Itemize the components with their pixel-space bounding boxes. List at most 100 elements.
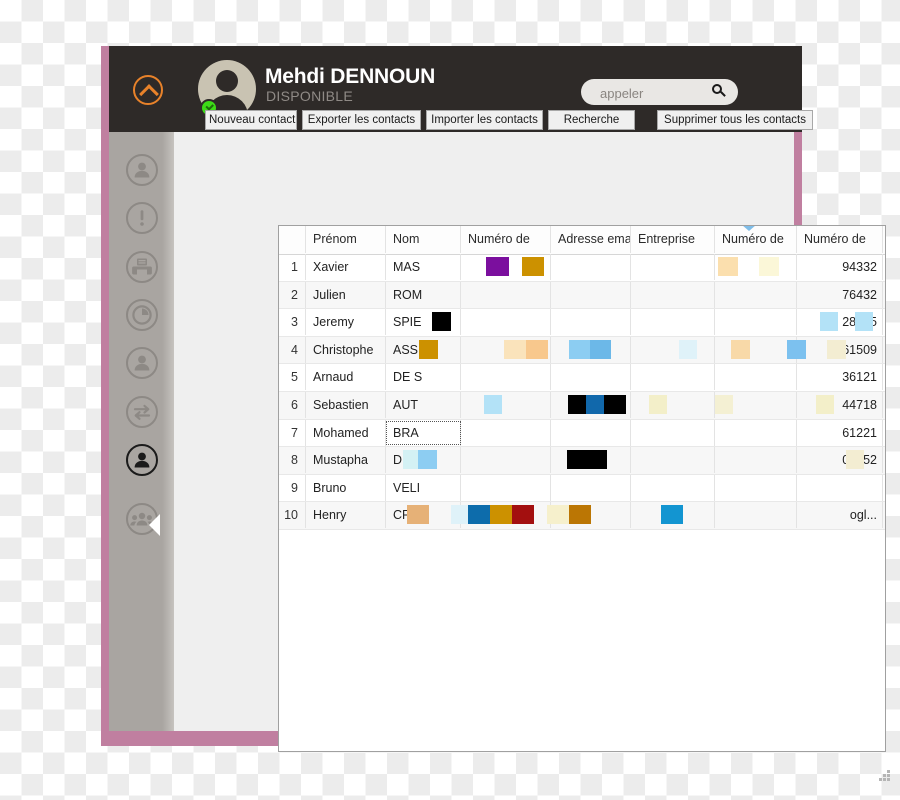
toolbar-button-1[interactable]: Exporter les contacts: [302, 110, 421, 130]
toolbar-button-3[interactable]: Recherche: [548, 110, 635, 130]
table-row[interactable]: 7 Mohamed BRA 61221: [279, 419, 885, 448]
cell-entreprise[interactable]: [631, 474, 715, 501]
cell-numero-2[interactable]: [715, 364, 797, 391]
cell-nom[interactable]: ROM: [386, 281, 461, 308]
sidebar-item-contact[interactable]: [126, 154, 158, 186]
resize-grip-icon[interactable]: [879, 770, 893, 784]
redaction-swatch: [419, 339, 438, 359]
row-index[interactable]: 9: [279, 474, 306, 501]
cell-numero-3[interactable]: [797, 474, 883, 501]
cell-entreprise[interactable]: [631, 392, 715, 418]
cell-numero-2[interactable]: [715, 419, 797, 446]
cell-numero-3[interactable]: 94332: [797, 254, 883, 280]
cell-nom[interactable]: BRA: [386, 419, 461, 446]
cell-prenom[interactable]: Christophe: [306, 336, 386, 363]
contacts-table[interactable]: Prénom Nom Numéro de Adresse ema Entreprise…: [278, 225, 886, 752]
sidebar-item-alerts[interactable]: [126, 202, 158, 234]
column-header-2[interactable]: Nom: [386, 226, 461, 253]
cell-entreprise[interactable]: [631, 336, 715, 363]
toolbar-button-0[interactable]: Nouveau contact: [205, 110, 297, 130]
cell-numero-2[interactable]: [715, 336, 797, 363]
cell-numero-1[interactable]: [461, 281, 551, 308]
cell-prenom[interactable]: Mohamed: [306, 419, 386, 446]
cell-prenom[interactable]: Sebastien: [306, 392, 386, 418]
cell-numero-3[interactable]: 36121: [797, 364, 883, 391]
cell-nom[interactable]: AUT: [386, 392, 461, 418]
cell-numero-2[interactable]: [715, 309, 797, 336]
cell-prenom[interactable]: Arnaud: [306, 364, 386, 391]
column-header-6[interactable]: Numéro de: [715, 226, 797, 253]
column-header-5[interactable]: Entreprise: [631, 226, 715, 253]
row-index[interactable]: 10: [279, 502, 306, 529]
cell-numero-2[interactable]: [715, 502, 797, 529]
search-input[interactable]: [598, 83, 707, 103]
column-header-3[interactable]: Numéro de: [461, 226, 551, 253]
cell-email[interactable]: [551, 281, 631, 308]
column-header-7[interactable]: Numéro de: [797, 226, 883, 253]
column-header-1[interactable]: Prénom: [306, 226, 386, 253]
redaction-swatch: [604, 395, 626, 414]
row-index[interactable]: 5: [279, 364, 306, 391]
cell-email[interactable]: [551, 419, 631, 446]
cell-numero-1[interactable]: [461, 364, 551, 391]
cell-entreprise[interactable]: [631, 447, 715, 474]
search-box[interactable]: [581, 79, 738, 105]
cell-numero-1[interactable]: [461, 474, 551, 501]
row-index[interactable]: 1: [279, 254, 306, 280]
sidebar-item-voicemail[interactable]: [126, 251, 158, 283]
table-row[interactable]: 1 Xavier MAS 94332: [279, 254, 885, 282]
row-index[interactable]: 2: [279, 281, 306, 308]
cell-prenom[interactable]: Xavier: [306, 254, 386, 280]
cell-numero-2[interactable]: [715, 474, 797, 501]
cell-prenom[interactable]: Henry: [306, 502, 386, 529]
cell-prenom[interactable]: Julien: [306, 281, 386, 308]
sidebar-item-profile[interactable]: [126, 347, 158, 379]
cell-prenom[interactable]: Bruno: [306, 474, 386, 501]
cell-nom[interactable]: MAS: [386, 254, 461, 280]
row-index[interactable]: 4: [279, 336, 306, 363]
cell-prenom[interactable]: Jeremy: [306, 309, 386, 336]
row-index[interactable]: 3: [279, 309, 306, 336]
search-icon[interactable]: [712, 84, 727, 99]
cell-entreprise[interactable]: [631, 419, 715, 446]
cell-email[interactable]: [551, 309, 631, 336]
cell-numero-1[interactable]: [461, 447, 551, 474]
cell-entreprise[interactable]: [631, 254, 715, 280]
row-index[interactable]: 8: [279, 447, 306, 474]
cell-email[interactable]: [551, 474, 631, 501]
sort-ascending-arrow-icon[interactable]: [742, 226, 756, 231]
toolbar-button-4[interactable]: Supprimer tous les contacts: [657, 110, 813, 130]
cell-numero-3[interactable]: 76432: [797, 281, 883, 308]
cell-numero-1[interactable]: [461, 309, 551, 336]
sidebar-item-transfer[interactable]: [126, 396, 158, 428]
cell-numero-3[interactable]: 05552: [797, 447, 883, 474]
row-index[interactable]: 7: [279, 419, 306, 446]
sidebar-item-history[interactable]: [126, 299, 158, 331]
cell-numero-2[interactable]: [715, 281, 797, 308]
cell-entreprise[interactable]: [631, 364, 715, 391]
cell-entreprise[interactable]: [631, 309, 715, 336]
row-index[interactable]: 6: [279, 392, 306, 418]
grip-dot: [887, 770, 890, 773]
cell-nom[interactable]: VELI: [386, 474, 461, 501]
column-header-0[interactable]: [279, 226, 306, 253]
column-header-4[interactable]: Adresse ema: [551, 226, 631, 253]
chevron-up-circle-icon[interactable]: [133, 75, 163, 105]
table-row[interactable]: 3JeremySPIE28175: [279, 309, 885, 337]
table-row[interactable]: 9 Bruno VELI: [279, 474, 885, 503]
cell-entreprise[interactable]: [631, 281, 715, 308]
table-row[interactable]: 5 Arnaud DE S 36121: [279, 364, 885, 392]
cell-email[interactable]: [551, 364, 631, 391]
table-row[interactable]: 2 Julien ROM 76432: [279, 281, 885, 310]
sidebar-item-contacts[interactable]: [126, 444, 158, 476]
toolbar-button-2[interactable]: Importer les contacts: [426, 110, 543, 130]
cell-numero-1[interactable]: [461, 419, 551, 446]
cell-numero-2[interactable]: [715, 447, 797, 474]
cell-numero-3[interactable]: 61221: [797, 419, 883, 446]
cell-nom[interactable]: DE S: [386, 364, 461, 391]
cell-numero-1[interactable]: [461, 392, 551, 418]
cell-email[interactable]: [551, 254, 631, 280]
cell-prenom[interactable]: Mustapha: [306, 447, 386, 474]
cell-numero-3[interactable]: ogl...: [797, 502, 883, 529]
cell-numero-3[interactable]: 44718: [797, 392, 883, 418]
